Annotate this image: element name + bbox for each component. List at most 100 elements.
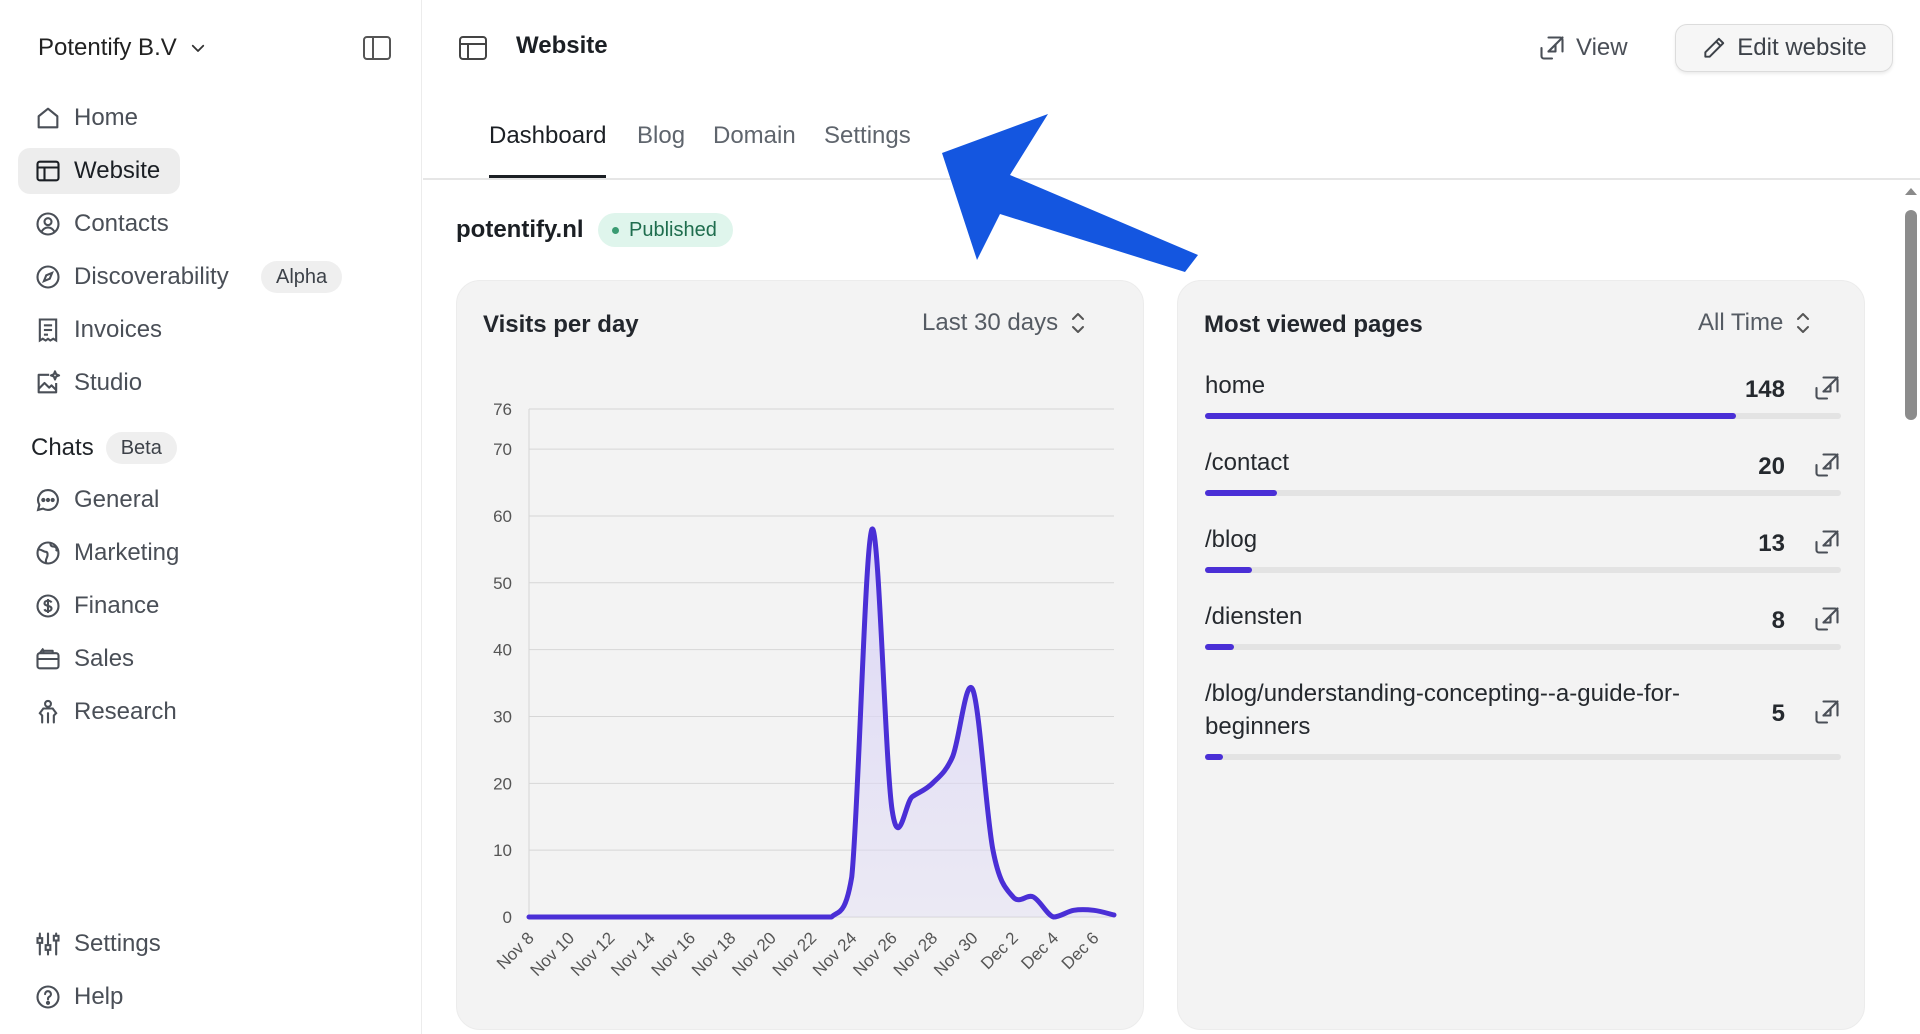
pages-range-select[interactable]: All Time <box>1698 309 1813 337</box>
x-tick-label: Nov 14 <box>607 928 659 980</box>
page-bar-track <box>1205 413 1841 419</box>
sidebar-item-label: Discoverability <box>74 263 229 290</box>
page-row: /contact 20 <box>1205 446 1841 496</box>
sidebar-item-settings[interactable]: Settings <box>18 921 408 967</box>
y-tick-label: 30 <box>493 707 512 726</box>
x-tick-label: Nov 16 <box>648 928 700 980</box>
visits-chart: 01020304050607076Nov 8Nov 10Nov 12Nov 14… <box>493 400 1117 980</box>
user-circle-icon <box>36 212 60 236</box>
org-switcher[interactable]: Potentify B.V <box>38 30 207 66</box>
sidebar-item-label: Sales <box>74 645 135 672</box>
page-view-count: 148 <box>1744 375 1785 403</box>
external-link-icon[interactable] <box>1813 605 1841 633</box>
sidebar-item-help[interactable]: Help <box>18 974 408 1020</box>
page-bar-fill <box>1205 490 1277 496</box>
home-icon <box>37 107 59 129</box>
sidebar-item-research[interactable]: Research <box>18 689 408 735</box>
tab-blog[interactable]: Blog <box>637 122 685 178</box>
view-button[interactable]: View <box>1538 28 1628 68</box>
x-tick-label: Nov 20 <box>728 928 780 980</box>
edit-website-button[interactable]: Edit website <box>1675 24 1893 72</box>
sliders-icon <box>36 932 60 956</box>
image-sparkle-icon <box>37 370 61 394</box>
sidebar-item-discoverability[interactable]: Discoverability Alpha <box>18 254 408 300</box>
chats-nav: General Marketing Finance Sales Research <box>18 477 408 742</box>
site-domain: potentify.nl <box>456 216 584 243</box>
page-bar-track <box>1205 567 1841 573</box>
scroll-up-arrow-icon[interactable] <box>1905 188 1917 195</box>
status-dot <box>612 226 619 234</box>
y-tick-label: 76 <box>493 400 512 419</box>
external-link-icon[interactable] <box>1813 528 1841 556</box>
y-tick-label: 50 <box>493 574 512 593</box>
page-view-count: 13 <box>1758 529 1785 557</box>
compass-icon <box>36 265 60 289</box>
sidebar-item-contacts[interactable]: Contacts <box>18 201 408 247</box>
tab-domain[interactable]: Domain <box>713 122 796 178</box>
page-bar-fill <box>1205 567 1252 573</box>
org-name: Potentify B.V <box>38 34 177 61</box>
y-tick-label: 40 <box>493 641 512 660</box>
x-tick-label: Dec 6 <box>1058 928 1103 973</box>
person-icon <box>38 699 58 724</box>
edit-label: Edit website <box>1737 34 1867 61</box>
page-bar-track <box>1205 490 1841 496</box>
page-view-count: 8 <box>1771 606 1785 634</box>
external-link-icon <box>1540 36 1564 60</box>
sidebar-item-label: Studio <box>74 369 143 396</box>
sidebar: Potentify B.V Home Website Contacts Disc… <box>0 0 422 1034</box>
sidebar-item-general[interactable]: General <box>18 477 408 523</box>
page-title: Website <box>516 32 608 59</box>
page-bar-fill <box>1205 644 1234 650</box>
sidebar-item-marketing[interactable]: Marketing <box>18 530 408 576</box>
sidebar-toggle-icon[interactable] <box>362 34 392 62</box>
external-link-icon[interactable] <box>1813 698 1841 726</box>
scrollbar-thumb[interactable] <box>1905 210 1917 420</box>
chevron-up-down-icon <box>1797 313 1810 333</box>
tab-settings[interactable]: Settings <box>824 122 911 178</box>
external-link-icon[interactable] <box>1813 374 1841 402</box>
chat-bubble-icon <box>36 489 59 512</box>
page-bar-track <box>1205 754 1841 760</box>
visits-line <box>526 526 1117 920</box>
x-tick-label: Nov 22 <box>769 928 821 980</box>
page-row: /blog/understanding-concepting--a-guide-… <box>1205 677 1841 760</box>
page-path: /blog/understanding-concepting--a-guide-… <box>1205 680 1680 740</box>
sidebar-item-label: Website <box>74 157 161 184</box>
sidebar-item-finance[interactable]: Finance <box>18 583 408 629</box>
chats-section-title: Chats Beta <box>31 432 177 464</box>
x-tick-label: Nov 18 <box>688 928 740 980</box>
page-bar-fill <box>1205 413 1737 419</box>
page-bar-fill <box>1205 754 1223 760</box>
sidebar-item-label: Help <box>74 983 124 1010</box>
external-link-icon[interactable] <box>1813 451 1841 479</box>
sidebar-item-sales[interactable]: Sales <box>18 636 408 682</box>
sidebar-item-home[interactable]: Home <box>18 95 408 141</box>
sidebar-item-invoices[interactable]: Invoices <box>18 307 408 353</box>
annotation-arrow-icon <box>942 114 1198 272</box>
sidebar-item-website[interactable]: Website <box>18 148 180 194</box>
sidebar-item-label: Contacts <box>74 210 169 237</box>
globe-icon <box>36 541 60 565</box>
view-label: View <box>1576 34 1628 61</box>
layout-icon <box>459 36 487 60</box>
status-label: Published <box>629 218 717 241</box>
tab-dashboard[interactable]: Dashboard <box>489 122 607 178</box>
page-bar-track <box>1205 644 1841 650</box>
beta-badge: Beta <box>105 432 177 464</box>
most-viewed-card: Most viewed pages All Time home 148/conta… <box>1177 280 1865 1030</box>
page-row: home 148 <box>1205 369 1841 419</box>
page-path: home <box>1205 372 1266 399</box>
alpha-badge: Alpha <box>261 261 343 293</box>
layout-icon <box>36 160 60 182</box>
sidebar-item-studio[interactable]: Studio <box>18 360 408 406</box>
briefcase-icon <box>36 647 60 670</box>
x-tick-label: Dec 4 <box>1017 928 1062 973</box>
main-nav: Home Website Contacts Discoverability Al… <box>18 95 408 413</box>
x-tick-label: Nov 28 <box>890 928 942 980</box>
page-row: /diensten 8 <box>1205 600 1841 650</box>
y-tick-label: 60 <box>493 507 512 526</box>
most-viewed-title: Most viewed pages <box>1204 311 1423 338</box>
annotation-arrow-shape <box>942 114 1198 272</box>
help-circle-icon <box>36 985 60 1009</box>
